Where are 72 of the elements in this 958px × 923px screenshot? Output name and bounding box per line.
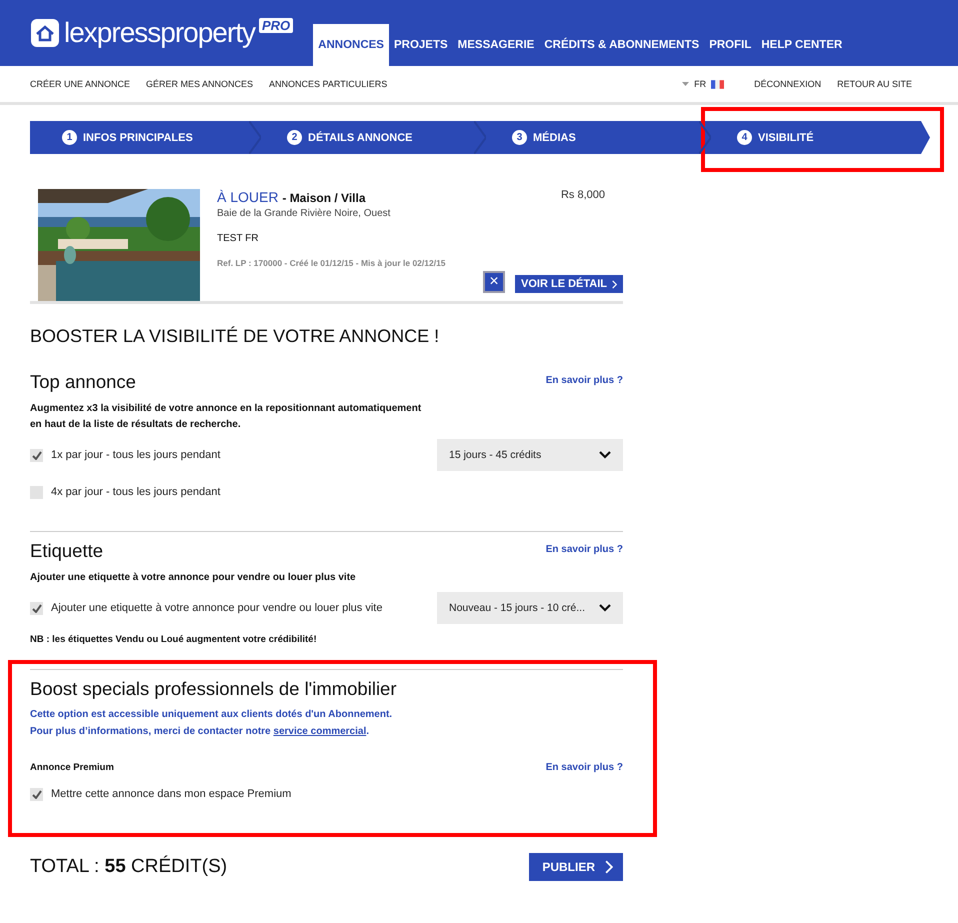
wizard-step[interactable]: 2 DÉTAILS ANNONCE xyxy=(255,121,480,154)
section-note: NB : les étiquettes Vendu ou Loué augmentent votre crédibilité! xyxy=(30,634,318,645)
chevron-right-icon xyxy=(605,860,613,874)
section-title: Top annonce xyxy=(30,371,136,393)
step-label: VISIBILITÉ xyxy=(758,132,814,144)
account-link[interactable]: RETOUR AU SITE xyxy=(837,79,912,89)
listing-type: - Maison / Villa xyxy=(282,191,366,205)
dropdown-arrow-icon xyxy=(682,82,690,86)
listing-transaction: À LOUER xyxy=(217,189,278,205)
learn-more-link[interactable]: En savoir plus ? xyxy=(546,762,623,773)
learn-more-link[interactable]: En savoir plus ? xyxy=(546,544,623,555)
info-text: Pour plus d’informations, merci de contacter notre service commercial. xyxy=(30,725,370,739)
remove-button[interactable]: × xyxy=(483,271,506,293)
section-title: Boost specials professionnels de l'immobilier xyxy=(30,678,397,700)
checkbox-label: 4x par jour - tous les jours pendant xyxy=(51,486,220,498)
step-label: INFOS PRINCIPALES xyxy=(83,132,193,144)
listing-title: TEST FR xyxy=(217,233,260,244)
step-separator-icon xyxy=(249,121,261,154)
checkbox-label: 1x par jour - tous les jours pendant xyxy=(51,449,220,461)
duration-select[interactable]: Nouveau - 15 jours - 10 cré... xyxy=(437,592,623,624)
checkbox-label: Mettre cette annonce dans mon espace Premium xyxy=(51,788,292,800)
listing-location: Baie de la Grande Rivière Noire, Ouest xyxy=(217,208,392,219)
house-logo-icon xyxy=(30,18,60,48)
option-subtitle: Annonce Premium xyxy=(30,762,114,773)
checkbox[interactable] xyxy=(30,448,43,462)
nav-tab[interactable]: HELP CENTER xyxy=(756,24,848,66)
nav-tab[interactable]: ANNONCES xyxy=(313,24,389,66)
step-number: 3 xyxy=(512,130,527,145)
checkbox-label: Ajouter une etiquette à votre annonce pour vendre ou louer plus vite xyxy=(51,602,382,614)
flag-icon xyxy=(711,80,724,88)
total-credits: TOTAL : 55 CRÉDIT(S) xyxy=(30,856,228,878)
step-label: MÉDIAS xyxy=(533,132,576,144)
subnav-link[interactable]: CRÉER UNE ANNONCE xyxy=(30,79,130,89)
chevron-down-icon xyxy=(599,604,611,612)
step-separator-icon xyxy=(699,121,711,154)
logo-text: lexpressproperty xyxy=(64,17,255,49)
step-number: 1 xyxy=(62,130,77,145)
checkbox[interactable] xyxy=(30,602,43,614)
duration-select[interactable]: 15 jours - 45 crédits xyxy=(437,439,623,471)
nav-tab[interactable]: CRÉDITS & ABONNEMENTS xyxy=(539,24,704,66)
chevron-right-icon xyxy=(612,280,617,288)
contact-link[interactable]: service commercial xyxy=(273,726,366,737)
page-heading: BOOSTER LA VISIBILITÉ DE VOTRE ANNONCE ! xyxy=(30,326,440,347)
subnav-link[interactable]: ANNONCES PARTICULIERS xyxy=(269,79,388,89)
chevron-down-icon xyxy=(599,451,611,459)
nav-tab[interactable]: PROJETS xyxy=(388,24,453,66)
info-text: Cette option est accessible uniquement aux clients dotés d'un Abonnement. xyxy=(30,708,394,722)
step-separator-icon xyxy=(474,121,486,154)
step-number: 4 xyxy=(737,130,752,145)
detail-button[interactable]: VOIR LE DÉTAIL xyxy=(515,275,623,293)
nav-tab[interactable]: PROFIL xyxy=(704,24,756,66)
wizard-step[interactable]: 4 VISIBILITÉ xyxy=(705,121,930,154)
listing-price: Rs 8,000 xyxy=(560,189,605,201)
section-description: Ajouter une etiquette à votre annonce pour vendre ou louer plus vite xyxy=(30,571,357,585)
step-number: 2 xyxy=(287,130,302,145)
checkbox[interactable] xyxy=(30,788,43,800)
wizard-step[interactable]: 1 INFOS PRINCIPALES xyxy=(30,121,255,154)
subnav-link[interactable]: GÉRER MES ANNONCES xyxy=(146,79,254,89)
publish-button[interactable]: PUBLIER xyxy=(529,853,623,881)
language-label[interactable]: FR xyxy=(694,79,706,89)
learn-more-link[interactable]: En savoir plus ? xyxy=(546,375,623,386)
account-link[interactable]: DÉCONNEXION xyxy=(754,79,822,89)
nav-tab[interactable]: MESSAGERIE xyxy=(452,24,540,66)
checkmark-icon xyxy=(32,604,42,612)
listing-reference: Ref. LP : 170000 - Créé le 01/12/15 - Mis à jour le 02/12/15 xyxy=(217,258,447,268)
checkmark-icon xyxy=(32,790,42,798)
section-description: Augmentez x3 la visibilité de votre annonce en la repositionnant automatiquement en haut de la liste de résultats de recherche. xyxy=(30,402,422,432)
checkmark-icon xyxy=(32,450,42,460)
checkbox[interactable] xyxy=(30,486,43,498)
logo-badge: PRO xyxy=(258,18,294,33)
section-title: Etiquette xyxy=(30,540,104,562)
step-label: DÉTAILS ANNONCE xyxy=(308,132,412,144)
